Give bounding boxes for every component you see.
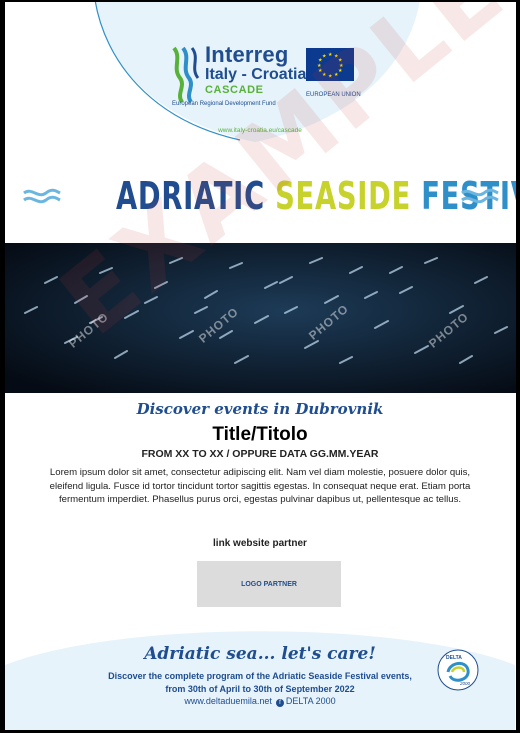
delta-logo-text: DELTA xyxy=(446,655,462,661)
frame-border-right xyxy=(516,0,520,733)
project-name: CASCADE xyxy=(205,84,264,96)
festival-title-word-1: ADRIATIC xyxy=(116,174,276,218)
event-description: Lorem ipsum dolor sit amet, consectetur … xyxy=(49,467,471,506)
project-website[interactable]: www.italy-croatia.eu/cascade xyxy=(0,127,520,134)
wave-right-icon xyxy=(461,188,499,204)
fish-school-image xyxy=(5,243,516,393)
delta-logo-year: 2000 xyxy=(459,681,471,686)
wave-left-icon xyxy=(23,188,61,204)
svg-text:★: ★ xyxy=(338,68,343,74)
event-title: Title/Titolo xyxy=(212,424,308,445)
fish-photo: PHOTO PHOTO PHOTO PHOTO xyxy=(5,243,516,393)
program-name: Italy - Croatia xyxy=(205,66,307,83)
interreg-logo-block: Interreg Italy - Croatia CASCADE Europea… xyxy=(170,42,380,119)
svg-text:★: ★ xyxy=(317,63,322,69)
frame-border-left xyxy=(0,0,5,733)
interreg-brand: Interreg xyxy=(205,42,289,67)
svg-text:★: ★ xyxy=(322,72,327,78)
svg-text:★: ★ xyxy=(328,52,333,58)
footer-website-link[interactable]: www.deltaduemila.net xyxy=(184,696,272,706)
footer-contacts: www.deltaduemila.net f DELTA 2000 xyxy=(0,696,520,707)
footer-facebook-link[interactable]: DELTA 2000 xyxy=(286,696,336,706)
partner-logo-label: LOGO PARTNER xyxy=(241,580,297,588)
event-dates: FROM XX TO XX / OPPURE DATA GG.MM.YEAR xyxy=(141,448,379,460)
fund-label: European Regional Development Fund xyxy=(172,101,276,107)
interreg-wave-icon xyxy=(172,46,200,104)
eu-flag-icon: ★ ★★★ ★★★★ ★★★★ xyxy=(306,48,354,81)
eu-label: EUROPEAN UNION xyxy=(306,92,361,98)
svg-text:★: ★ xyxy=(334,72,339,78)
facebook-icon: f xyxy=(275,699,284,707)
svg-text:★: ★ xyxy=(322,54,327,60)
event-subtitle: Discover events in Dubrovnik xyxy=(136,400,384,418)
frame-border-top xyxy=(0,0,520,2)
partner-link[interactable]: link website partner xyxy=(0,538,520,549)
festival-title-word-2: SEASIDE xyxy=(275,174,422,218)
partner-logo-placeholder: LOGO PARTNER xyxy=(197,561,341,607)
poster: Interreg Italy - Croatia CASCADE Europea… xyxy=(0,0,520,733)
festival-title: ADRIATIC SEASIDE FESTIVAL xyxy=(116,168,520,224)
delta-2000-logo: DELTA 2000 xyxy=(437,649,479,691)
svg-text:★: ★ xyxy=(328,74,333,80)
